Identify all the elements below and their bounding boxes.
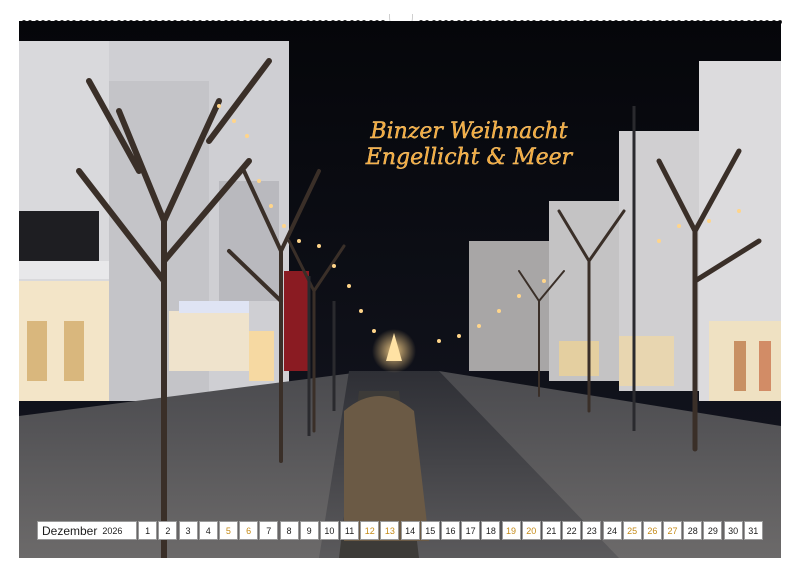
day-cell: 19 (501, 521, 521, 540)
lights-sign-line-1: Binzer Weihnacht (369, 119, 567, 144)
day-cell: 27 (663, 521, 683, 540)
day-cell: 26 (642, 521, 662, 540)
day-cell: 17 (461, 521, 481, 540)
day-cell: 24 (602, 521, 622, 540)
month-label: Dezember 2026 (37, 521, 137, 540)
day-cell: 25 (622, 521, 642, 540)
day-cell: 11 (340, 521, 360, 540)
day-cell: 23 (582, 521, 602, 540)
day-cell: 5 (218, 521, 238, 540)
day-cell: 20 (521, 521, 541, 540)
day-cell: 18 (481, 521, 501, 540)
day-cell: 30 (723, 521, 743, 540)
street-photo: Binzer Weihnacht Engellicht & Meer (19, 21, 781, 558)
day-cell: 10 (319, 521, 339, 540)
month-year: 2026 (102, 525, 123, 536)
day-cell: 9 (299, 521, 319, 540)
night-street-scene: Binzer Weihnacht Engellicht & Meer (19, 21, 781, 558)
day-cell: 29 (703, 521, 723, 540)
day-cell: 16 (441, 521, 460, 540)
calendar-strip: Dezember 2026 1 2 3 4 5 6 7 8 9 10 11 12 13 14 15 16 17 1… (37, 521, 763, 540)
day-cell: 15 (420, 521, 440, 540)
day-cell: 4 (198, 521, 218, 540)
day-cell: 21 (541, 521, 561, 540)
day-cell: 12 (360, 521, 380, 540)
day-cell: 8 (279, 521, 299, 540)
day-cells: 1 2 3 4 5 6 7 8 9 10 11 12 13 14 15 16 17 18 19 20 21 22 23 24 2… (137, 521, 763, 540)
day-cell: 22 (562, 521, 582, 540)
day-cell: 3 (178, 521, 198, 540)
day-cell: 6 (239, 521, 259, 540)
day-cell: 2 (158, 521, 178, 540)
lights-sign-line-2: Engellicht & Meer (365, 145, 574, 170)
day-cell: 13 (380, 521, 400, 540)
day-cell: 14 (400, 521, 420, 540)
day-cell: 31 (743, 521, 763, 540)
day-cell: 7 (259, 521, 279, 540)
day-cell: 1 (138, 521, 158, 540)
month-name: Dezember (42, 523, 98, 538)
day-cell: 28 (683, 521, 703, 540)
